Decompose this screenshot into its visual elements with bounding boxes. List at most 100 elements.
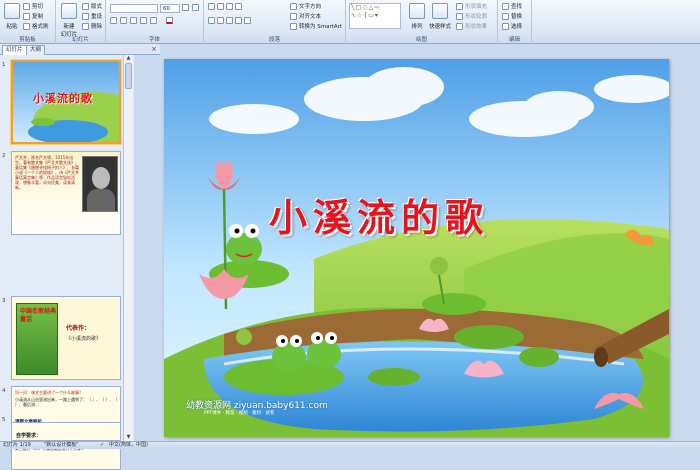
arrange-icon: [409, 3, 425, 19]
shadow-button[interactable]: [150, 17, 157, 24]
scroll-down-icon[interactable]: ▼: [125, 434, 132, 441]
slide-title[interactable]: 小溪流的歌: [269, 187, 489, 242]
text-direction-button[interactable]: 文字方向: [290, 2, 321, 10]
thumb-number: 3: [2, 298, 6, 304]
replace-button[interactable]: 替换: [502, 12, 522, 20]
quick-styles-button[interactable]: 快速样式: [429, 3, 451, 30]
slide-background-illustration: [164, 59, 669, 437]
indent-icon: [226, 3, 233, 10]
thumb-2-text: 严文井，原名严文锦，1915年出生。著有散文集《严文井散文选》，童话集《唐僧寻找…: [15, 155, 79, 190]
font-label: 字体: [148, 37, 160, 43]
binoculars-icon: [502, 2, 509, 10]
layout-button[interactable]: 版式: [82, 2, 102, 10]
align-text-button[interactable]: 对齐文本: [290, 12, 321, 20]
cut-button[interactable]: 剪切: [23, 2, 43, 10]
slide-thumbnail-5[interactable]: 自学要求：: [11, 422, 121, 441]
thumb-3-label: 代表作：: [66, 325, 91, 332]
paragraph-group: 文字方向 对齐文本 转换为 SmartArt 段落: [204, 0, 346, 44]
bold-button[interactable]: [110, 17, 117, 24]
copy-button[interactable]: 复制: [23, 12, 43, 20]
main-slide[interactable]: 小溪流的歌 幼教资源网 ziyuan.baby611.com PPT课件 · 教…: [164, 59, 669, 437]
text-direction-icon: [290, 2, 297, 10]
strikethrough-button[interactable]: [140, 17, 147, 24]
scroll-thumb[interactable]: [125, 63, 132, 89]
quick-styles-icon: [432, 3, 448, 19]
clipboard-group: 粘贴 剪切 复制 格式刷 剪贴板: [0, 0, 56, 44]
grow-font-button[interactable]: [182, 4, 189, 11]
tab-slides[interactable]: 幻灯片: [2, 45, 27, 55]
format-painter-button[interactable]: 格式刷: [23, 22, 49, 30]
new-slide-button[interactable]: 新建 幻灯片: [59, 3, 79, 38]
thumbnail-scrollbar[interactable]: ▲ ▼: [123, 55, 133, 441]
arrow-shape-icon: ⇨: [374, 4, 381, 11]
tab-outline[interactable]: 大纲: [26, 45, 46, 55]
slide-thumbnail-3[interactable]: 中国名家经典童话 代表作： 《小溪流的歌》: [11, 296, 121, 380]
shrink-font-icon: [192, 4, 199, 11]
slide-counter: 幻灯片 1/19: [3, 442, 31, 448]
slide-thumbnail-1[interactable]: 小溪流的歌: [11, 60, 121, 144]
underline-button[interactable]: [130, 17, 137, 24]
shapes-gallery[interactable]: ╲□○△⇨ ∿☆{▭▾: [349, 3, 401, 29]
slide-thumbnail-pane: 1 小溪流的歌 2 严文井，原名严文锦，1915年出生。著有散文集《严文井散文选…: [0, 55, 134, 470]
align-right-icon: [226, 17, 233, 24]
bullets-icon: [208, 3, 215, 10]
paste-icon: [4, 3, 20, 19]
drawing-group: ╲□○△⇨ ∿☆{▭▾ 排列 快速样式 形状填充 形状轮廓 形状效果 绘图: [346, 0, 498, 44]
effects-icon: [456, 22, 463, 30]
theme-name: "默认设计模板": [44, 442, 79, 448]
shadow-icon: [150, 17, 157, 24]
thumb-3-work: 《小溪流的歌》: [66, 336, 102, 342]
smartart-button[interactable]: 转换为 SmartArt: [290, 22, 342, 30]
grow-font-icon: [182, 4, 189, 11]
thumb-5-text: 自学要求：: [16, 433, 42, 439]
columns-icon: [244, 17, 251, 24]
author-portrait: [82, 156, 118, 212]
reset-button[interactable]: 重设: [82, 12, 102, 20]
replace-icon: [502, 12, 509, 20]
paste-button[interactable]: 粘贴: [3, 3, 21, 30]
slide-thumbnail-2[interactable]: 严文井，原名严文锦，1915年出生。著有散文集《严文井散文选》，童话集《唐僧寻找…: [11, 151, 121, 235]
shape-effects-button[interactable]: 形状效果: [456, 22, 487, 30]
scroll-up-icon[interactable]: ▲: [125, 55, 132, 62]
pen-icon: [456, 12, 463, 20]
shrink-font-button[interactable]: [192, 4, 199, 11]
thumb-4-question: 问一问：课文主要讲了一个什么故事？: [15, 390, 83, 395]
italic-button[interactable]: [120, 17, 127, 24]
watermark-subtext: PPT课件 · 教案 · 视频 · 素材 · 试卷: [204, 411, 275, 416]
font-color-button[interactable]: [166, 17, 173, 24]
shape-fill-button[interactable]: 形状填充: [456, 2, 487, 10]
check-icon[interactable]: ✓: [100, 442, 104, 449]
select-button[interactable]: 选择: [502, 22, 522, 30]
paint-bucket-icon: [456, 2, 463, 10]
reset-icon: [82, 12, 89, 20]
numbering-icon: [217, 3, 224, 10]
arrange-button[interactable]: 排列: [408, 3, 426, 30]
smartart-icon: [290, 22, 297, 30]
editing-group: 查找 替换 选择 编辑: [498, 0, 532, 44]
clipboard-label: 剪贴板: [19, 37, 36, 43]
bullets-button[interactable]: [208, 3, 242, 10]
outdent-icon: [235, 3, 242, 10]
close-pane-icon[interactable]: ×: [151, 45, 157, 53]
align-buttons[interactable]: [208, 17, 251, 24]
thumb-number: 5: [2, 417, 6, 423]
drawing-label: 绘图: [415, 37, 427, 43]
strikethrough-icon: [140, 17, 147, 24]
slides-group: 新建 幻灯片 版式 重设 删除 幻灯片: [56, 0, 106, 44]
copy-icon: [23, 12, 30, 20]
callout-shape-icon: ▭: [368, 12, 375, 19]
thumb-number: 4: [2, 388, 6, 394]
align-left-icon: [208, 17, 215, 24]
delete-button[interactable]: 删除: [82, 22, 102, 30]
ribbon: 粘贴 剪切 复制 格式刷 剪贴板 新建 幻灯片 版式 重设 删除 幻灯片 60 …: [0, 0, 700, 44]
find-button[interactable]: 查找: [502, 2, 522, 10]
underline-icon: [130, 17, 137, 24]
language-status[interactable]: 中文(简体，中国): [109, 442, 148, 449]
font-size-combo[interactable]: 60: [160, 4, 180, 13]
slides-label: 幻灯片: [72, 37, 89, 43]
shape-outline-button[interactable]: 形状轮廓: [456, 12, 487, 20]
more-shapes-icon: ▾: [374, 12, 379, 19]
align-center-icon: [217, 17, 224, 24]
font-name-combo[interactable]: [110, 4, 158, 13]
align-text-icon: [290, 12, 297, 20]
